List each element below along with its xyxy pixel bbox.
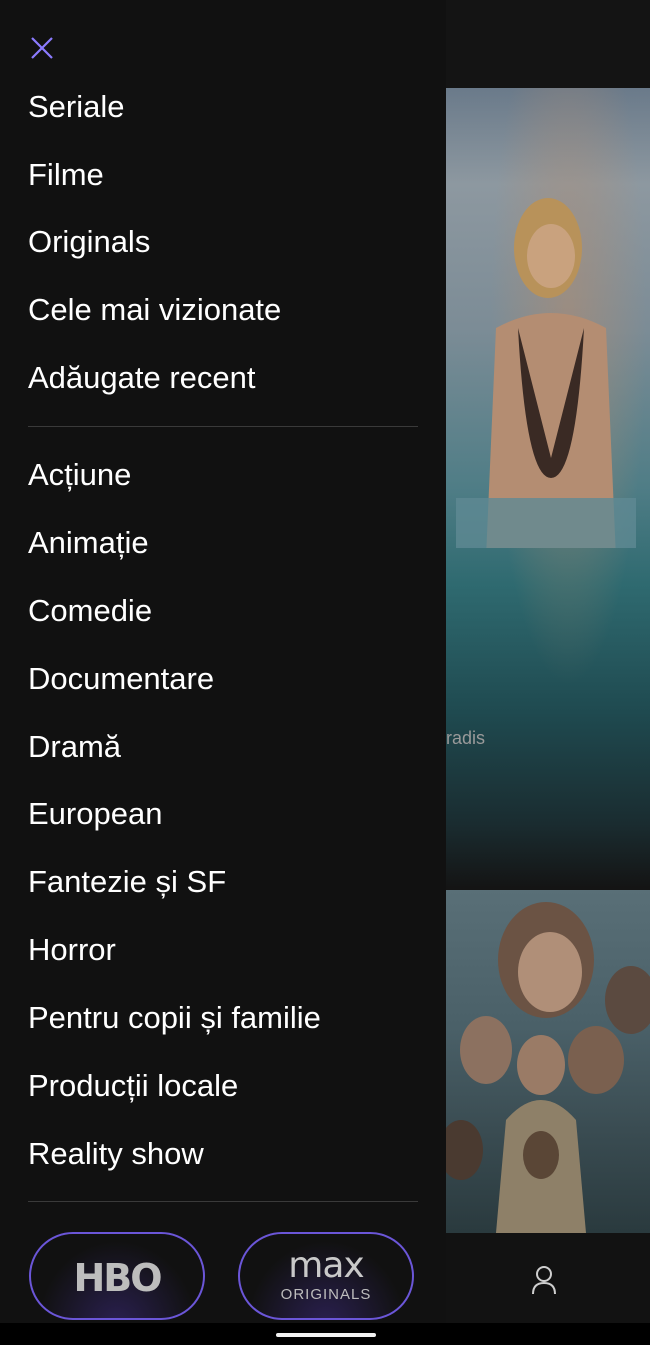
max-logo: max — [288, 1245, 364, 1286]
menu-item-genre-fantasy-scifi[interactable]: Fantezie și SF — [28, 862, 226, 902]
menu-item-filme[interactable]: Filme — [28, 155, 104, 195]
menu-item-genre-drama[interactable]: Dramă — [28, 727, 121, 767]
poster-figure-image — [456, 198, 636, 548]
max-originals-brand-button[interactable]: max ORIGINALS — [238, 1232, 414, 1320]
menu-item-genre-european[interactable]: European — [28, 794, 162, 834]
menu-item-genre-horror[interactable]: Horror — [28, 930, 116, 970]
hbo-logo: HBO — [73, 1256, 162, 1300]
close-icon[interactable] — [28, 34, 56, 62]
profile-icon[interactable] — [530, 1265, 558, 1295]
navigation-drawer: Seriale Filme Originals Cele mai viziona… — [0, 0, 446, 1323]
secondary-poster[interactable] — [446, 890, 650, 1233]
featured-poster[interactable]: radis — [446, 88, 650, 888]
system-navigation-bar — [0, 1323, 650, 1345]
menu-item-genre-animation[interactable]: Animație — [28, 523, 149, 563]
home-indicator[interactable] — [276, 1333, 376, 1337]
max-originals-label: ORIGINALS — [280, 1286, 372, 1303]
menu-item-genre-local[interactable]: Producții locale — [28, 1066, 238, 1106]
menu-item-genre-documentary[interactable]: Documentare — [28, 659, 214, 699]
hbo-brand-button[interactable]: HBO — [29, 1232, 205, 1320]
poster-caption: radis — [446, 728, 486, 748]
menu-item-recently-added[interactable]: Adăugate recent — [28, 358, 256, 398]
menu-item-genre-kids-family[interactable]: Pentru copii și familie — [28, 998, 321, 1038]
background-content: radis — [446, 0, 650, 1323]
menu-item-most-watched[interactable]: Cele mai vizionate — [28, 290, 281, 330]
app-screen: radis Seriale Filme Originals Cele mai v… — [0, 0, 650, 1345]
menu-divider — [28, 1201, 418, 1202]
menu-item-genre-comedy[interactable]: Comedie — [28, 591, 152, 631]
poster-group-image — [446, 902, 650, 1233]
menu-item-genre-action[interactable]: Acțiune — [28, 455, 131, 495]
menu-item-seriale[interactable]: Seriale — [28, 87, 125, 127]
menu-item-originals[interactable]: Originals — [28, 222, 150, 262]
menu-divider — [28, 426, 418, 427]
menu-item-genre-reality[interactable]: Reality show — [28, 1134, 204, 1174]
